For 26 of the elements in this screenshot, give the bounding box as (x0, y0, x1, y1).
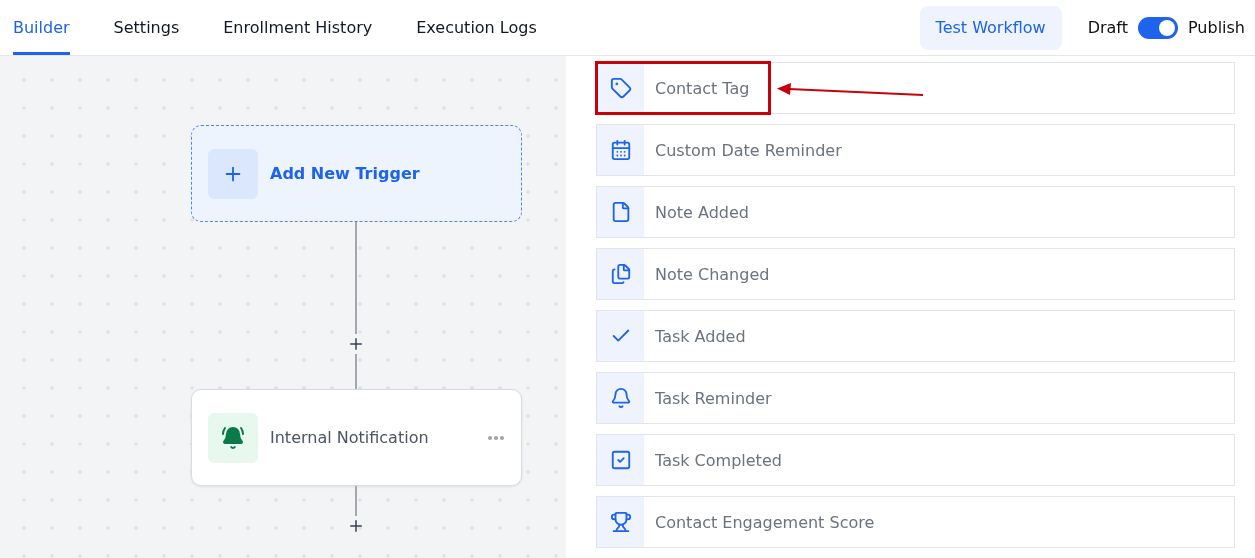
publish-label: Publish (1187, 18, 1245, 37)
trigger-option[interactable]: Task Completed (596, 434, 1235, 486)
trigger-option[interactable]: Task Added (596, 310, 1235, 362)
test-workflow-button[interactable]: Test Workflow (919, 5, 1062, 50)
draft-label: Draft (1087, 18, 1128, 37)
trigger-option[interactable]: Contact Engagement Score (596, 496, 1235, 548)
action-title: Internal Notification (270, 428, 430, 447)
add-trigger-card[interactable]: Add New Trigger (191, 125, 522, 222)
tag-icon (609, 77, 632, 99)
trigger-option[interactable]: Note Added (596, 186, 1235, 238)
action-card[interactable]: Internal Notification (191, 389, 522, 486)
checkbox-icon (609, 449, 632, 471)
tab[interactable]: Settings (113, 0, 180, 55)
bell-icon (609, 387, 632, 409)
calendar-icon (609, 139, 632, 161)
trigger-option[interactable]: Custom Date Reminder (596, 124, 1235, 176)
documents-icon (609, 263, 632, 285)
tab[interactable]: Execution Logs (416, 0, 537, 55)
bell-icon (221, 425, 245, 450)
tab[interactable]: Enrollment History (223, 0, 373, 55)
publish-toggle[interactable] (1137, 16, 1178, 39)
trophy-icon (609, 511, 632, 533)
trigger-option[interactable]: Contact Tag (596, 62, 1235, 114)
more-icon[interactable] (487, 434, 505, 441)
trigger-option[interactable]: Task Reminder (596, 372, 1235, 424)
trigger-option[interactable]: Note Changed (596, 248, 1235, 300)
